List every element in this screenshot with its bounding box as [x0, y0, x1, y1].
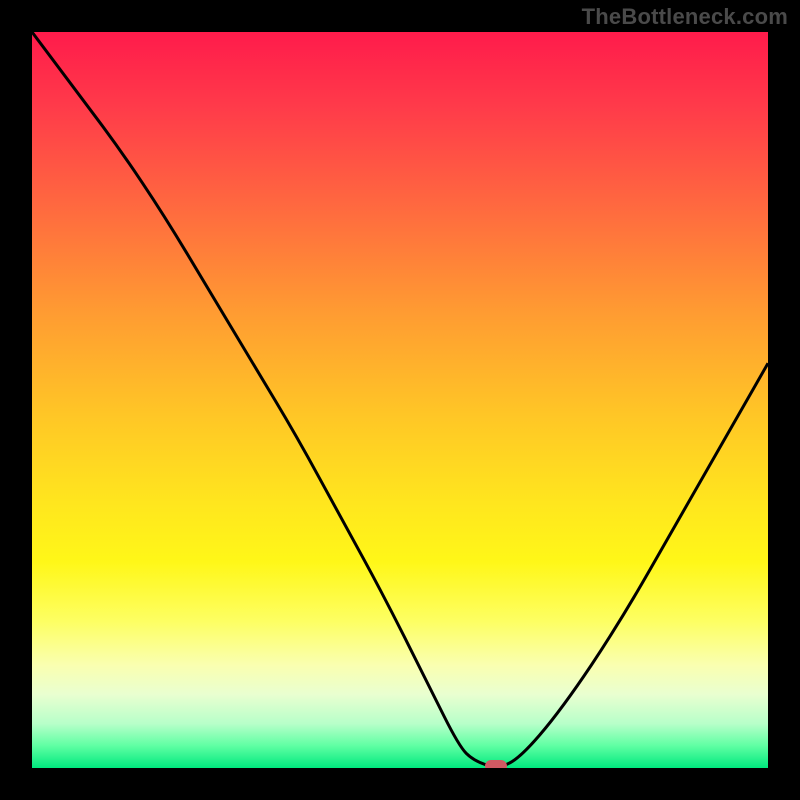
- bottleneck-curve: [32, 32, 768, 768]
- watermark-text: TheBottleneck.com: [582, 4, 788, 30]
- chart-frame: TheBottleneck.com: [0, 0, 800, 800]
- optimum-marker: [485, 760, 507, 768]
- plot-area: [32, 32, 768, 768]
